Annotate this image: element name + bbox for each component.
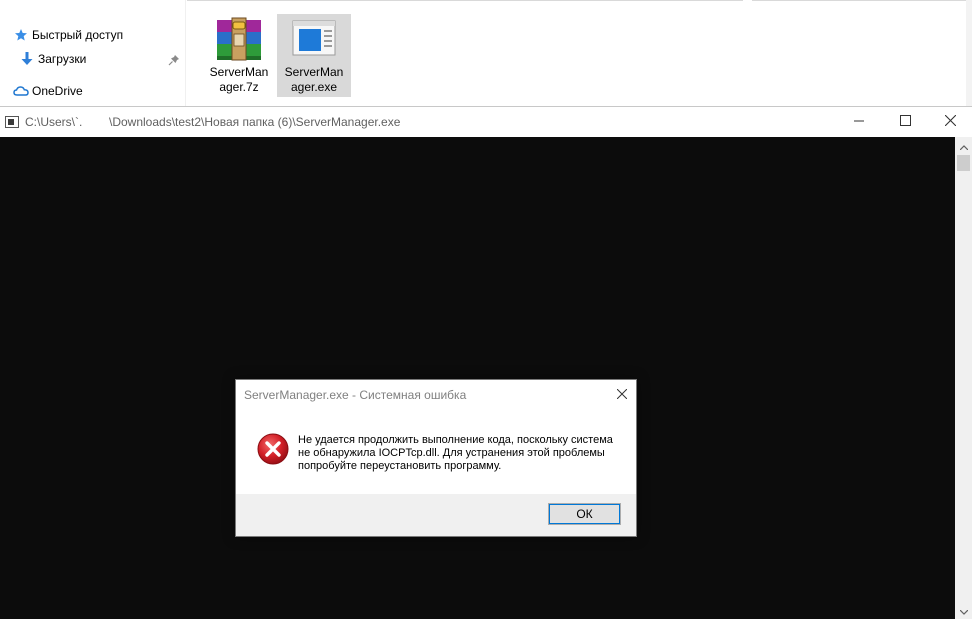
dialog-content: Не удается продолжить выполнение кода, п…	[236, 410, 636, 494]
star-icon	[12, 26, 30, 44]
nav-item-downloads[interactable]: Загрузки	[18, 48, 86, 70]
file-label-exe-line1: ServerMan	[284, 65, 344, 79]
maximize-button[interactable]	[882, 107, 928, 137]
nav-item-onedrive[interactable]: OneDrive	[12, 80, 83, 102]
close-icon	[616, 386, 628, 404]
nav-label-quick-access: Быстрый доступ	[32, 28, 124, 42]
scroll-up-button[interactable]	[955, 137, 972, 154]
minimize-icon	[854, 113, 864, 131]
dialog-message: Не удается продолжить выполнение кода, п…	[298, 434, 613, 472]
download-arrow-icon	[18, 50, 36, 68]
console-titlebar[interactable]: C:\Users\`. \Downloads\test2\Новая папка…	[0, 107, 972, 137]
exe-application-icon	[289, 16, 339, 62]
file-label-exe-line2: ager.exe	[290, 80, 338, 94]
dialog-titlebar[interactable]: ServerManager.exe - Системная ошибка	[236, 380, 636, 410]
scroll-down-button[interactable]	[955, 602, 972, 619]
nav-label-onedrive: OneDrive	[32, 84, 83, 98]
chevron-up-icon	[959, 137, 968, 155]
explorer-scrollbar[interactable]	[966, 0, 972, 106]
chevron-down-icon	[959, 602, 968, 620]
console-window: C:\Users\`. \Downloads\test2\Новая папка…	[0, 106, 972, 619]
file-label-7z-line1: ServerMan	[209, 65, 269, 79]
console-app-icon	[5, 116, 19, 128]
close-button[interactable]	[927, 107, 972, 137]
console-title: C:\Users\`. \Downloads\test2\Новая папка…	[25, 115, 401, 129]
minimize-button[interactable]	[836, 107, 882, 137]
console-scrollbar[interactable]	[955, 137, 972, 619]
file-explorer-window: Быстрый доступ Загрузки OneDrive ServerM…	[0, 0, 972, 106]
search-bar-border	[752, 0, 972, 1]
winrar-archive-icon	[214, 16, 264, 62]
file-item-servermanager-exe[interactable]: ServerMan ager.exe	[277, 14, 351, 97]
error-icon	[257, 433, 289, 465]
system-error-dialog: ServerManager.exe - Системная ошибка Не …	[235, 379, 637, 537]
dialog-title: ServerManager.exe - Системная ошибка	[244, 388, 467, 402]
ok-button[interactable]: ОК	[548, 503, 621, 525]
file-label-7z-line2: ager.7z	[219, 80, 259, 94]
nav-item-quick-access[interactable]: Быстрый доступ	[12, 24, 123, 46]
maximize-icon	[899, 113, 911, 131]
address-bar-border	[187, 0, 743, 1]
pin-icon[interactable]	[168, 53, 180, 66]
file-item-servermanager-7z[interactable]: ServerMan ager.7z	[202, 14, 276, 97]
console-output-area[interactable]	[0, 137, 955, 619]
nav-label-downloads: Загрузки	[38, 52, 87, 66]
dialog-close-button[interactable]	[610, 382, 634, 408]
cloud-icon	[12, 82, 30, 100]
scroll-thumb[interactable]	[957, 155, 970, 171]
close-icon	[944, 113, 956, 131]
dialog-footer: ОК	[236, 494, 636, 536]
navigation-pane: Быстрый доступ Загрузки OneDrive	[0, 0, 186, 106]
